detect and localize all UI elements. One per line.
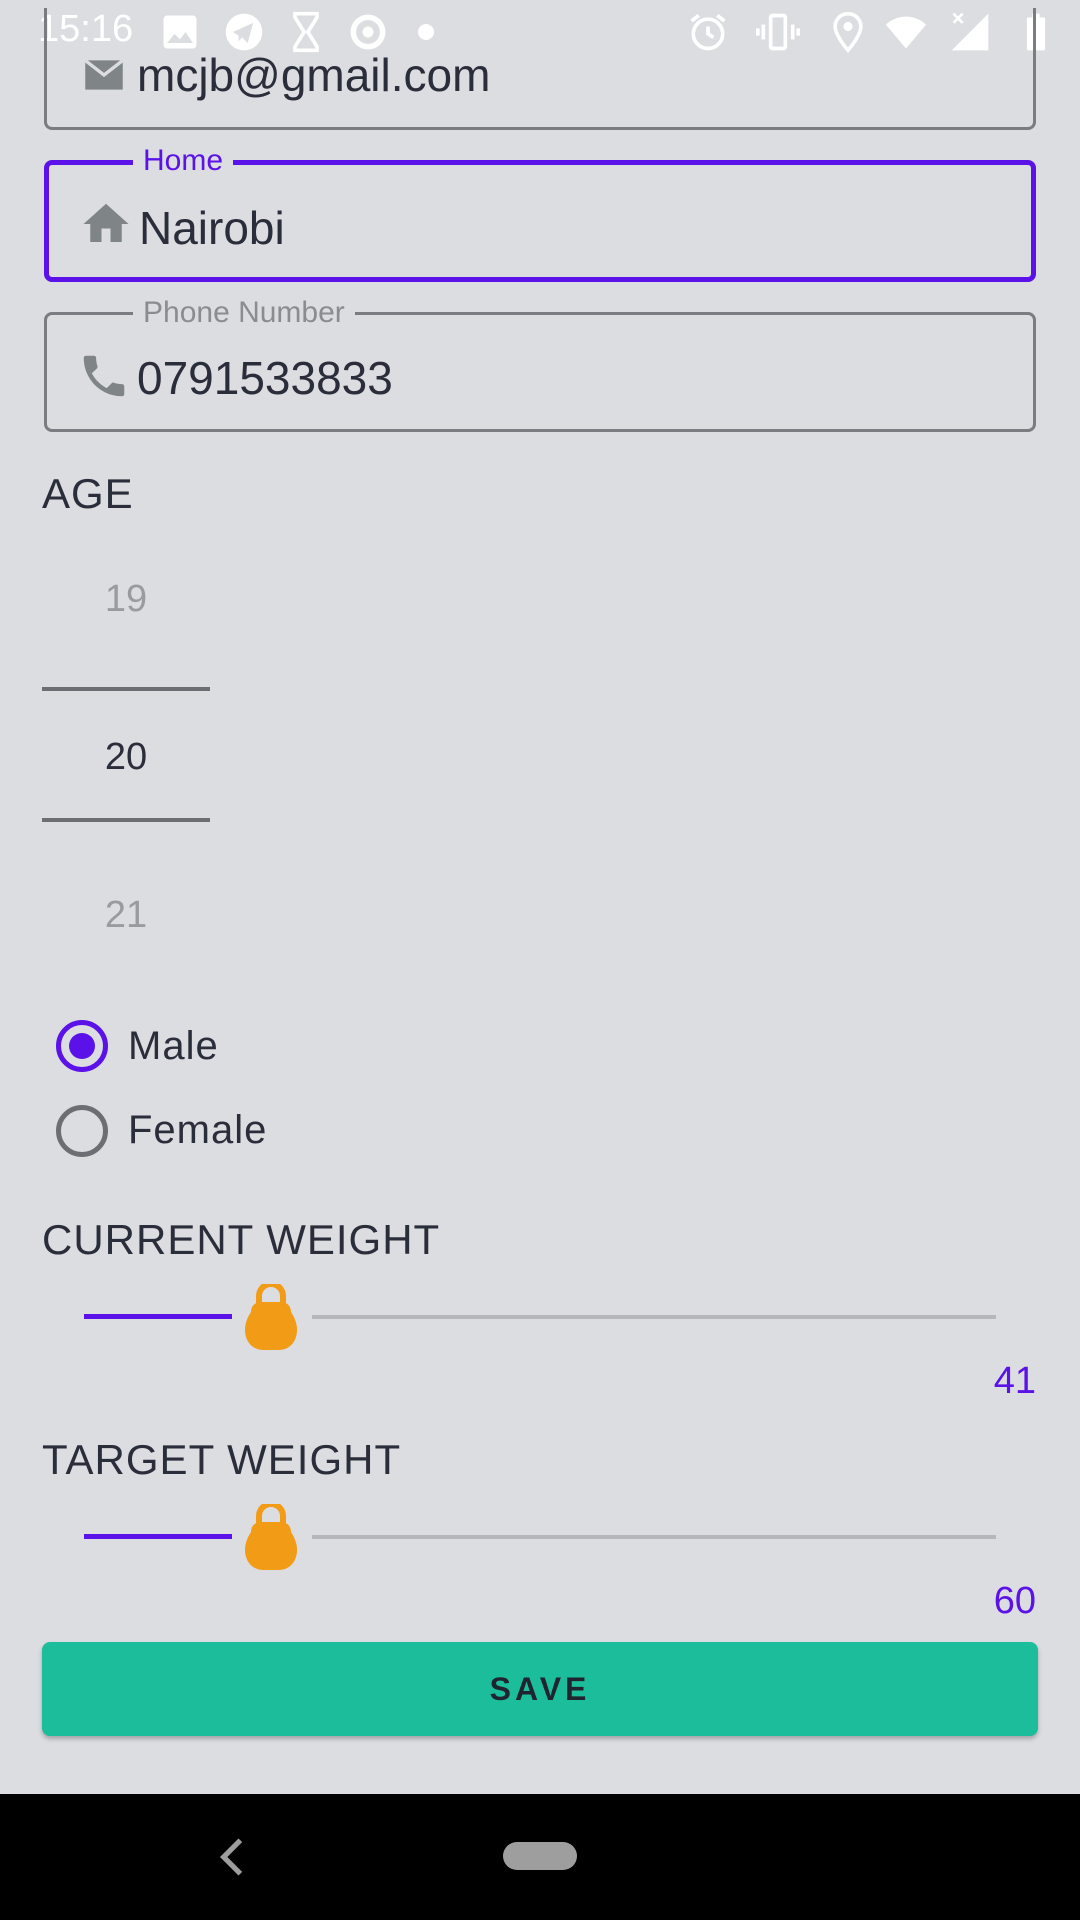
current-weight-title: CURRENT WEIGHT: [42, 1216, 441, 1263]
male-radio-button[interactable]: [56, 1020, 108, 1072]
target-weight-track: [312, 1535, 996, 1539]
age-selected-value[interactable]: 20: [42, 736, 210, 779]
home-value: Nairobi: [139, 202, 285, 254]
email-field[interactable]: mcjb@gmail.com: [44, 8, 1036, 130]
female-label[interactable]: Female: [128, 1108, 267, 1153]
age-picker-divider-bottom: [42, 818, 210, 822]
target-weight-value: 60: [993, 1580, 1036, 1622]
current-weight-track: [312, 1315, 996, 1319]
home-field[interactable]: Home Nairobi: [44, 141, 1036, 282]
phone-label: Phone Number: [133, 293, 355, 333]
mail-icon: [77, 50, 131, 100]
target-weight-title: TARGET WEIGHT: [42, 1436, 402, 1483]
save-button[interactable]: SAVE: [42, 1642, 1038, 1736]
age-picker-divider-top: [42, 687, 210, 691]
current-weight-track-active: [84, 1314, 232, 1319]
female-radio-button[interactable]: [56, 1105, 108, 1157]
age-previous-value[interactable]: 19: [42, 578, 210, 621]
back-icon[interactable]: [210, 1832, 254, 1882]
home-icon: [79, 197, 133, 251]
phone-icon: [77, 349, 131, 403]
phone-field[interactable]: Phone Number 0791533833: [44, 293, 1036, 432]
male-label[interactable]: Male: [128, 1024, 219, 1069]
target-weight-track-active: [84, 1534, 232, 1539]
navigation-bar: [0, 1794, 1080, 1920]
kettlebell-icon[interactable]: [243, 1281, 299, 1352]
home-label: Home: [133, 141, 234, 181]
age-title: AGE: [42, 470, 134, 517]
current-weight-value: 41: [993, 1360, 1036, 1402]
phone-value: 0791533833: [137, 352, 393, 404]
age-next-value[interactable]: 21: [42, 894, 210, 937]
email-value: mcjb@gmail.com: [137, 49, 491, 101]
kettlebell-icon[interactable]: [243, 1501, 299, 1572]
home-pill-button[interactable]: [503, 1842, 577, 1870]
